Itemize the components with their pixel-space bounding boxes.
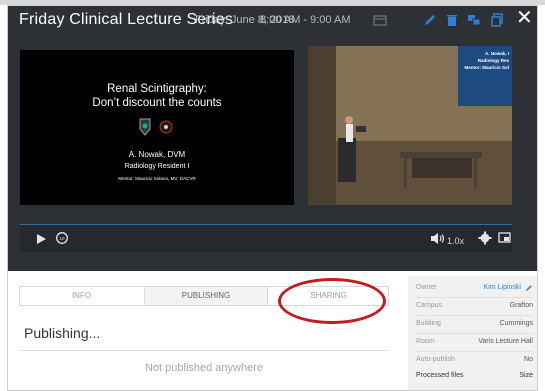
screenshot-frame: Friday Clinical Lecture Series Friday, J…	[0, 0, 545, 391]
empty-publishing-message: Not published anywhere	[144, 362, 264, 374]
slides-video[interactable]: Renal Scintigraphy: Don’t discount the c…	[20, 50, 294, 205]
meta-building: Building Cummings	[416, 316, 533, 332]
camera-caption-role: Radiology Res	[477, 58, 509, 63]
recording-meta-sidebar: Owner Kim Lipinski Campus Grafton Buildi…	[408, 276, 537, 390]
meta-building-label: Building	[416, 320, 441, 327]
camera-caption-mentor: Mentor: Mauricio Sol	[464, 65, 509, 70]
detail-tabs: INFO PUBLISHING SHARING	[19, 286, 389, 306]
meta-campus-value: Grafton	[509, 302, 533, 309]
play-icon[interactable]	[35, 233, 47, 245]
recording-time: 8:00 AM - 9:00 AM	[260, 14, 351, 26]
recording-modal: Friday Clinical Lecture Series Friday, J…	[7, 5, 538, 391]
meta-owner-value[interactable]: Kim Lipinski	[484, 280, 521, 296]
edit-owner-icon[interactable]	[525, 284, 533, 292]
meta-autopublish-value: No	[524, 356, 533, 363]
camera-caption: A. Nowak, I Radiology Res Mentor: Mauric…	[464, 50, 509, 71]
meta-campus: Campus Grafton	[416, 298, 533, 314]
university-logo-icons	[139, 118, 173, 136]
screens-icon[interactable]	[466, 12, 482, 28]
processed-files-header: Processed files Size	[416, 372, 533, 379]
player-controls: 10	[20, 225, 512, 252]
camera-video[interactable]: A. Nowak, I Radiology Res Mentor: Mauric…	[308, 46, 512, 205]
camera-caption-name: A. Nowak, I	[484, 51, 509, 56]
player-header: Friday Clinical Lecture Series Friday, J…	[8, 6, 537, 271]
edit-icon[interactable]	[422, 12, 438, 28]
slide-mentor: Mentor: Mauricio Solano, MV, DACVR	[118, 176, 196, 181]
tab-publishing[interactable]: PUBLISHING	[144, 287, 268, 305]
meta-building-value: Cummings	[499, 320, 533, 327]
meta-room-value: Varis Lecture Hall	[478, 338, 533, 345]
layout-switch-icon[interactable]	[498, 232, 511, 244]
playback-rate[interactable]: 1.0x	[447, 236, 464, 246]
volume-icon[interactable]	[430, 232, 446, 245]
close-icon[interactable]: ✕	[516, 7, 533, 29]
processed-files-label: Processed files	[416, 372, 464, 379]
meta-owner-label: Owner	[416, 284, 437, 291]
meta-room: Room Varis Lecture Hall	[416, 334, 533, 350]
slide-title: Renal Scintigraphy: Don’t discount the c…	[92, 83, 222, 109]
meta-campus-label: Campus	[416, 302, 443, 309]
publishing-heading: Publishing...	[24, 325, 101, 341]
meta-room-label: Room	[416, 338, 435, 345]
svg-text:10: 10	[59, 236, 65, 241]
settings-gear-icon[interactable]	[478, 231, 492, 245]
trash-icon[interactable]	[444, 12, 460, 28]
section-divider	[19, 350, 389, 351]
meta-autopublish-label: Auto-publish	[416, 356, 455, 363]
slide-author: A. Nowak, DVM	[128, 150, 186, 159]
meta-owner: Owner Kim Lipinski	[416, 280, 533, 296]
size-label: Size	[519, 372, 533, 379]
calendar-icon[interactable]	[372, 12, 388, 28]
tab-sharing[interactable]: SHARING	[269, 287, 388, 305]
rewind-10-icon[interactable]: 10	[55, 231, 69, 245]
meta-autopublish: Auto-publish No	[416, 352, 533, 368]
slide-role: Radiology Resident I	[124, 163, 190, 170]
copy-icon[interactable]	[489, 12, 505, 28]
tab-info[interactable]: INFO	[20, 287, 143, 305]
